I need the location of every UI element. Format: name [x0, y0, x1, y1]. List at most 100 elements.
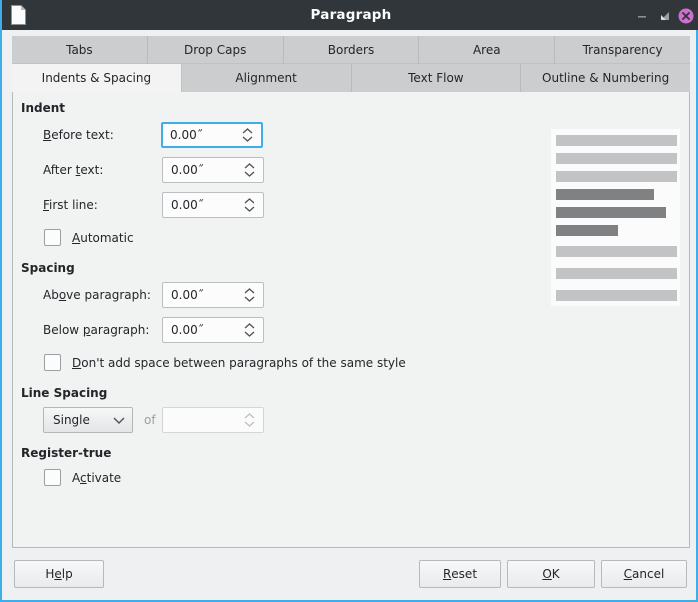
help-label-pre: H — [45, 567, 54, 581]
cancel-button[interactable]: Cancel — [601, 560, 687, 588]
tab-label: Outline & Numbering — [542, 71, 669, 85]
automatic-checkbox-row[interactable]: Automatic — [44, 229, 134, 246]
tab-strip: Tabs Drop Caps Borders Area Transparency… — [12, 36, 690, 92]
first-line-value: 0.00˝ — [171, 193, 204, 217]
minimize-button[interactable] — [634, 8, 650, 24]
reset-button[interactable]: Reset — [419, 560, 501, 588]
before-text-label-rest: efore text: — [51, 128, 114, 142]
line-spacing-of-spinbox[interactable] — [162, 407, 264, 433]
preview-line — [556, 268, 677, 279]
after-text-stepper[interactable] — [242, 158, 256, 182]
no-space-same-style-mnemonic: D — [72, 356, 81, 370]
tab-area[interactable]: Area — [419, 36, 555, 64]
tab-label: Borders — [328, 43, 374, 57]
above-paragraph-value: 0.00˝ — [171, 283, 204, 307]
preview-line — [556, 246, 677, 257]
line-spacing-of-label: of — [144, 413, 156, 427]
tab-tabs[interactable]: Tabs — [12, 36, 148, 64]
help-label-rest: lp — [62, 567, 73, 581]
title-bar: Paragraph — [2, 0, 698, 30]
indents-and-spacing-panel: Indent Before text: 0.00˝ After text: 0.… — [12, 92, 690, 548]
no-space-same-style-checkbox[interactable] — [44, 354, 61, 371]
window-title: Paragraph — [2, 0, 698, 30]
ok-mnemonic: O — [542, 567, 551, 581]
automatic-label-rest: utomatic — [80, 231, 133, 245]
activate-checkbox-row[interactable]: Activate — [44, 469, 121, 486]
activate-mnemonic: c — [80, 471, 87, 485]
above-paragraph-label-pre: Ab — [43, 288, 59, 302]
tab-label: Alignment — [235, 71, 296, 85]
below-paragraph-value: 0.00˝ — [171, 318, 204, 342]
first-line-label: First line: — [43, 198, 98, 212]
no-space-same-style-label-rest: on't add space between paragraphs of the… — [81, 356, 406, 370]
first-line-label-rest: irst line: — [49, 198, 98, 212]
help-mnemonic: e — [54, 567, 61, 581]
above-paragraph-stepper[interactable] — [242, 283, 256, 307]
automatic-label: Automatic — [72, 231, 134, 245]
after-text-spinbox[interactable]: 0.00˝ — [162, 157, 264, 183]
first-line-spinbox[interactable]: 0.00˝ — [162, 192, 264, 218]
before-text-stepper[interactable] — [240, 124, 254, 146]
tab-label: Text Flow — [408, 71, 463, 85]
line-spacing-section-heading: Line Spacing — [21, 386, 107, 400]
after-text-label-rest: ext: — [80, 163, 103, 177]
before-text-value: 0.00˝ — [170, 124, 203, 146]
tab-row-upper: Tabs Drop Caps Borders Area Transparency — [12, 36, 690, 64]
activate-label-pre: A — [72, 471, 80, 485]
ok-button[interactable]: OK — [507, 560, 595, 588]
above-paragraph-label-rest: ve paragraph: — [66, 288, 151, 302]
cancel-mnemonic: C — [624, 567, 632, 581]
maximize-button[interactable] — [657, 8, 673, 24]
line-spacing-mode-select[interactable]: Single — [43, 407, 133, 433]
paragraph-dialog: Paragraph Tabs Drop Caps Borders Area — [0, 0, 698, 602]
no-space-same-style-checkbox-row[interactable]: Don't add space between paragraphs of th… — [44, 354, 406, 371]
no-space-same-style-label: Don't add space between paragraphs of th… — [72, 356, 406, 370]
below-paragraph-label-pre: Below — [43, 323, 83, 337]
tab-label: Transparency — [583, 43, 663, 57]
tab-drop-caps[interactable]: Drop Caps — [148, 36, 284, 64]
preview-line — [556, 135, 677, 146]
help-button[interactable]: Help — [14, 560, 104, 588]
below-paragraph-spinbox[interactable]: 0.00˝ — [162, 317, 264, 343]
tab-label: Indents & Spacing — [42, 71, 151, 85]
first-line-stepper[interactable] — [242, 193, 256, 217]
before-text-mnemonic: B — [43, 128, 51, 142]
after-text-value: 0.00˝ — [171, 158, 204, 182]
line-spacing-of-stepper[interactable] — [242, 408, 256, 432]
activate-label: Activate — [72, 471, 121, 485]
before-text-label: Before text: — [43, 128, 114, 142]
chevron-down-icon — [113, 408, 125, 432]
tab-indents-and-spacing[interactable]: Indents & Spacing — [12, 64, 182, 92]
automatic-mnemonic: A — [72, 231, 80, 245]
line-spacing-mode-value: Single — [53, 408, 90, 432]
below-paragraph-label: Below paragraph: — [43, 323, 149, 337]
above-paragraph-spinbox[interactable]: 0.00˝ — [162, 282, 264, 308]
tab-label: Tabs — [66, 43, 93, 57]
close-button[interactable] — [678, 8, 694, 24]
paragraph-preview — [550, 128, 681, 307]
after-text-label-pre: After — [43, 163, 76, 177]
tab-transparency[interactable]: Transparency — [555, 36, 690, 64]
before-text-spinbox[interactable]: 0.00˝ — [161, 122, 263, 148]
above-paragraph-label: Above paragraph: — [43, 288, 151, 302]
reset-label-rest: eset — [451, 567, 477, 581]
tab-label: Drop Caps — [184, 43, 246, 57]
tab-label: Area — [473, 43, 501, 57]
spacing-section-heading: Spacing — [21, 261, 75, 275]
below-paragraph-mnemonic: p — [83, 323, 91, 337]
tab-row-lower: Indents & Spacing Alignment Text Flow Ou… — [12, 64, 690, 92]
below-paragraph-stepper[interactable] — [242, 318, 256, 342]
preview-line — [556, 225, 618, 236]
automatic-checkbox[interactable] — [44, 229, 61, 246]
tab-alignment[interactable]: Alignment — [182, 64, 352, 92]
preview-line — [556, 207, 666, 218]
preview-line — [556, 171, 677, 182]
after-text-label: After text: — [43, 163, 103, 177]
tab-borders[interactable]: Borders — [284, 36, 420, 64]
tab-text-flow[interactable]: Text Flow — [352, 64, 522, 92]
preview-line — [556, 153, 677, 164]
tab-outline-and-numbering[interactable]: Outline & Numbering — [521, 64, 690, 92]
activate-label-rest: tivate — [87, 471, 122, 485]
indent-section-heading: Indent — [21, 101, 65, 115]
activate-checkbox[interactable] — [44, 469, 61, 486]
